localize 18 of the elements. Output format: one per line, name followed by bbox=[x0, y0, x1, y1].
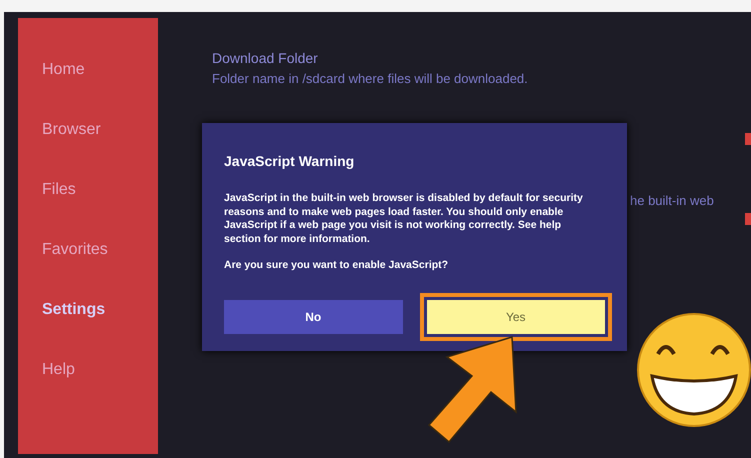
sidebar-item[interactable]: Help bbox=[18, 358, 158, 382]
dialog-question: Are you sure you want to enable JavaScript? bbox=[224, 258, 450, 273]
emoji-icon bbox=[637, 313, 751, 427]
arrow-icon bbox=[428, 336, 517, 444]
dialog-message: JavaScript in the built-in web browser is disabled by default for security reasons and to make web pages load faster. You should only enable JavaScript if a web page you visit is not working correctly. See help section for more information. bbox=[224, 192, 584, 246]
dialog-button[interactable]: No bbox=[224, 300, 402, 334]
sidebar-item[interactable]: Favorites bbox=[18, 238, 158, 262]
setting-description: he built-in web bbox=[630, 192, 715, 210]
sidebar-item[interactable]: Browser bbox=[18, 118, 158, 142]
dialog-button[interactable]: Yes bbox=[426, 300, 605, 334]
sidebar-item[interactable]: Files bbox=[18, 178, 158, 202]
toggle-icon[interactable] bbox=[745, 213, 751, 225]
setting-description: Folder name in /sdcard where files will be downloaded. bbox=[212, 70, 529, 88]
sidebar-item[interactable]: Home bbox=[18, 58, 158, 82]
setting-title: Download Folder bbox=[212, 49, 319, 68]
toggle-icon[interactable] bbox=[745, 133, 751, 145]
dialog-title: JavaScript Warning bbox=[224, 152, 356, 171]
sidebar-item[interactable]: Settings bbox=[18, 298, 158, 322]
